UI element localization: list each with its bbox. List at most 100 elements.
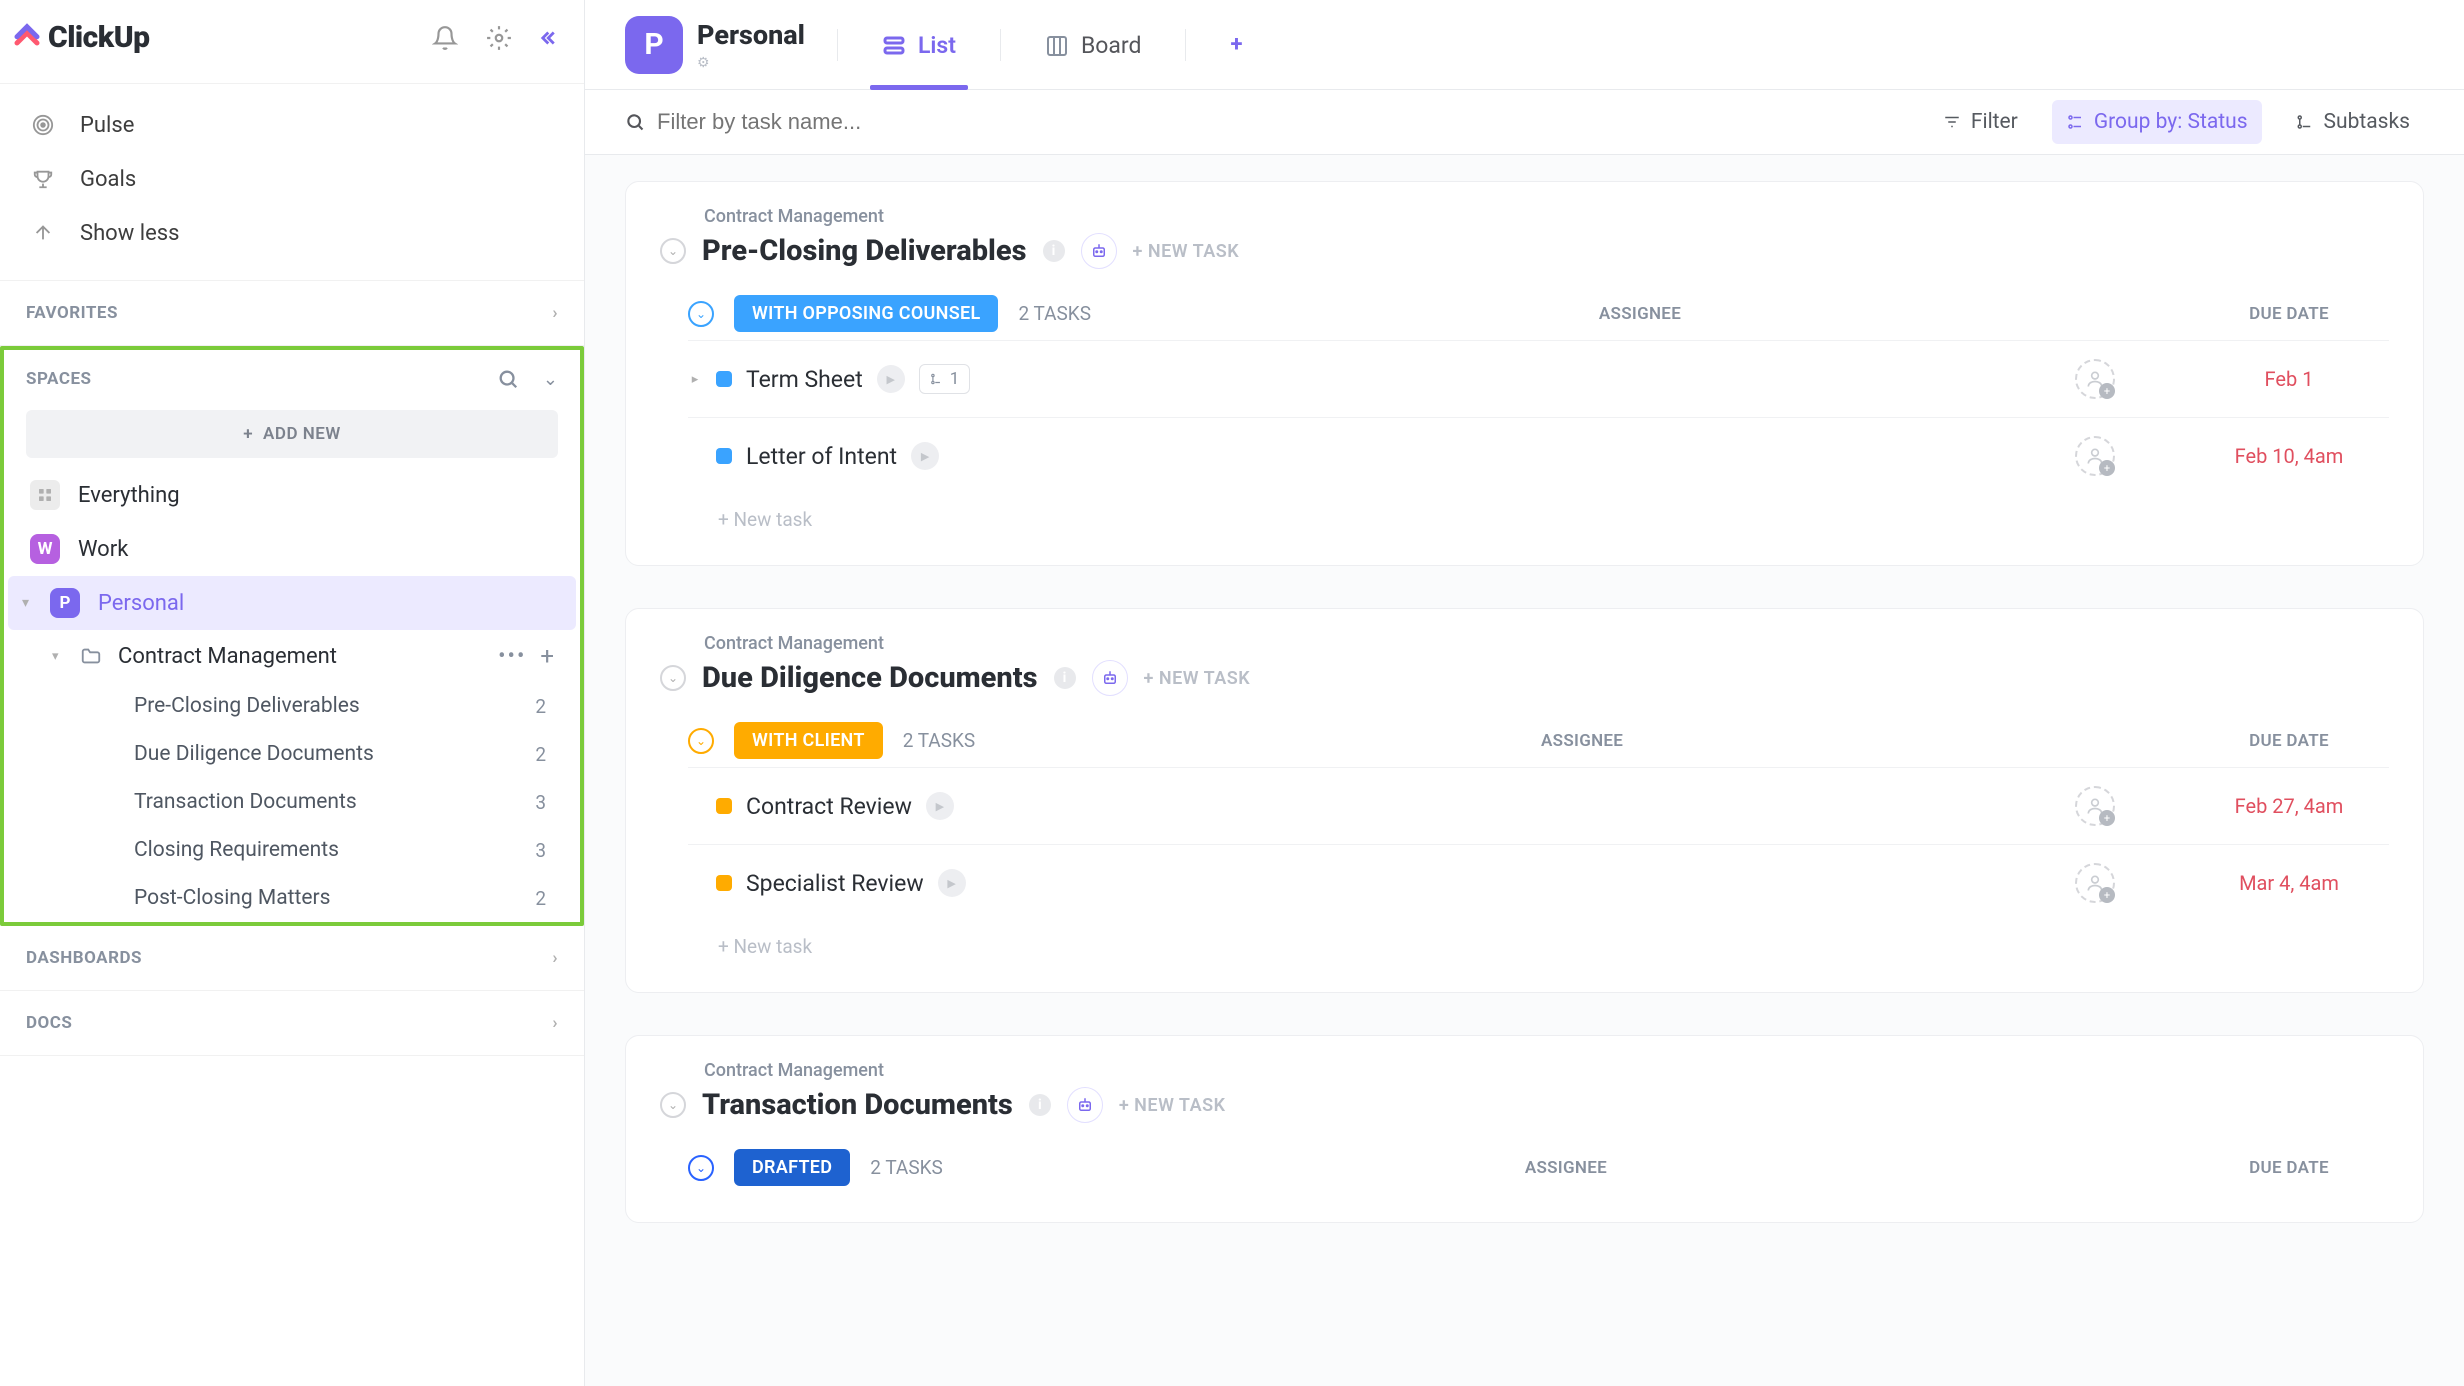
tab-board[interactable]: Board (1033, 12, 1154, 77)
nav-showless[interactable]: Show less (0, 206, 584, 260)
search (625, 109, 1909, 135)
task-count: 2 TASKS (870, 1156, 943, 1179)
list-block: Contract Management ⌄ Due Diligence Docu… (625, 608, 2424, 993)
dashboards-header[interactable]: DASHBOARDS › (0, 926, 584, 990)
automation-icon[interactable] (1081, 233, 1117, 269)
subtask-badge[interactable]: 1 (919, 364, 971, 394)
list-title[interactable]: Due Diligence Documents (702, 661, 1038, 695)
folder-contract-management[interactable]: ▾ Contract Management ••• + (4, 630, 580, 682)
search-input[interactable] (657, 109, 1057, 135)
nav-pulse-label: Pulse (80, 113, 134, 138)
folder-breadcrumb[interactable]: Contract Management (704, 633, 2389, 654)
assignee-cell[interactable]: + (2015, 436, 2175, 476)
task-status-icon[interactable] (716, 798, 732, 814)
task-row[interactable]: Letter of Intent ▶ + Feb 10, 4am (688, 417, 2389, 494)
filterbar: Filter Group by: Status Subtasks (585, 90, 2464, 155)
add-new-label: ADD NEW (263, 424, 341, 444)
due-date[interactable]: Mar 4, 4am (2189, 871, 2389, 895)
collapse-sidebar-icon[interactable] (540, 27, 562, 49)
folder-breadcrumb[interactable]: Contract Management (704, 1060, 2389, 1081)
nav-pulse[interactable]: Pulse (0, 98, 584, 152)
list-title[interactable]: Transaction Documents (702, 1088, 1013, 1122)
collapse-icon[interactable]: ⌄ (660, 665, 686, 691)
subtasks-button[interactable]: Subtasks (2282, 100, 2424, 144)
task-row[interactable]: Contract Review ▶ + Feb 27, 4am (688, 767, 2389, 844)
folder-breadcrumb[interactable]: Contract Management (704, 206, 2389, 227)
search-icon[interactable] (497, 368, 519, 390)
list-count: 3 (535, 791, 546, 814)
filter-button[interactable]: Filter (1929, 100, 2032, 144)
collapse-icon[interactable]: ⌄ (660, 1092, 686, 1118)
info-icon[interactable]: i (1029, 1094, 1051, 1116)
new-task-button[interactable]: + NEW TASK (1133, 241, 1240, 262)
task-row[interactable]: ▸ Term Sheet ▶ 1 + Feb 1 (688, 340, 2389, 417)
collapse-icon[interactable]: ⌄ (688, 1155, 714, 1181)
add-new-space-button[interactable]: + ADD NEW (26, 410, 558, 458)
assignee-cell[interactable]: + (2015, 863, 2175, 903)
list-title[interactable]: Pre-Closing Deliverables (702, 234, 1027, 268)
caret-right-icon[interactable]: ▸ (688, 372, 702, 387)
play-icon[interactable]: ▶ (911, 442, 939, 470)
sidebar-list-item[interactable]: Post-Closing Matters2 (4, 874, 580, 922)
sidebar-list-item[interactable]: Pre-Closing Deliverables2 (4, 682, 580, 730)
play-icon[interactable]: ▶ (877, 365, 905, 393)
chevron-down-icon[interactable]: ⌄ (543, 369, 558, 390)
task-status-icon[interactable] (716, 875, 732, 891)
tab-list[interactable]: List (870, 12, 968, 77)
breadcrumb-space[interactable]: P Personal ⚙ (625, 16, 805, 74)
plus-icon[interactable]: + (540, 642, 554, 670)
logo[interactable]: ClickUp (12, 20, 150, 55)
favorites-label: FAVORITES (26, 303, 118, 323)
space-work[interactable]: W Work (4, 522, 580, 576)
status-pill[interactable]: DRAFTED (734, 1149, 850, 1186)
add-view-button[interactable]: + (1218, 32, 1254, 57)
status-pill[interactable]: WITH OPPOSING COUNSEL (734, 295, 998, 332)
task-status-icon[interactable] (716, 371, 732, 387)
due-date[interactable]: Feb 1 (2189, 367, 2389, 391)
plus-icon: + (243, 424, 253, 444)
info-icon[interactable]: i (1043, 240, 1065, 262)
groupby-button[interactable]: Group by: Status (2052, 100, 2262, 144)
gear-icon[interactable]: ⚙ (697, 55, 805, 71)
collapse-icon[interactable]: ⌄ (660, 238, 686, 264)
status-pill[interactable]: WITH CLIENT (734, 722, 883, 759)
due-date[interactable]: Feb 10, 4am (2189, 444, 2389, 468)
automation-icon[interactable] (1067, 1087, 1103, 1123)
more-icon[interactable]: ••• (498, 644, 526, 669)
play-icon[interactable]: ▶ (926, 792, 954, 820)
list-count: 2 (535, 743, 546, 766)
nav-goals[interactable]: Goals (0, 152, 584, 206)
play-icon[interactable]: ▶ (938, 869, 966, 897)
docs-header[interactable]: DOCS › (0, 991, 584, 1055)
separator (837, 29, 838, 61)
add-task-button[interactable]: + New task (688, 494, 2389, 537)
new-task-button[interactable]: + NEW TASK (1119, 1095, 1226, 1116)
list-label: Due Diligence Documents (134, 742, 374, 766)
spaces-header[interactable]: SPACES ⌄ (4, 350, 580, 404)
sidebar-list-item[interactable]: Due Diligence Documents 2 (4, 730, 580, 778)
board-icon (1045, 34, 1069, 58)
task-row[interactable]: Specialist Review ▶ + Mar 4, 4am (688, 844, 2389, 921)
space-personal[interactable]: ▾ P Personal (8, 576, 576, 630)
info-icon[interactable]: i (1054, 667, 1076, 689)
logo-icon (12, 23, 42, 53)
collapse-icon[interactable]: ⌄ (688, 728, 714, 754)
new-task-button[interactable]: + NEW TASK (1144, 668, 1251, 689)
sidebar-nav: Pulse Goals Show less (0, 84, 584, 281)
assignee-cell[interactable]: + (2015, 359, 2175, 399)
chevron-right-icon: › (552, 1013, 558, 1033)
automation-icon[interactable] (1092, 660, 1128, 696)
gear-icon[interactable] (486, 25, 512, 51)
list-icon (882, 34, 906, 58)
bell-icon[interactable] (432, 25, 458, 51)
add-task-button[interactable]: + New task (688, 921, 2389, 964)
collapse-icon[interactable]: ⌄ (688, 301, 714, 327)
assignee-cell[interactable]: + (2015, 786, 2175, 826)
space-everything[interactable]: Everything (4, 468, 580, 522)
due-date[interactable]: Feb 27, 4am (2189, 794, 2389, 818)
sidebar-list-item[interactable]: Transaction Documents3 (4, 778, 580, 826)
subtasks-label: Subtasks (2324, 110, 2410, 134)
task-status-icon[interactable] (716, 448, 732, 464)
sidebar-list-item[interactable]: Closing Requirements3 (4, 826, 580, 874)
favorites-header[interactable]: FAVORITES › (0, 281, 584, 345)
